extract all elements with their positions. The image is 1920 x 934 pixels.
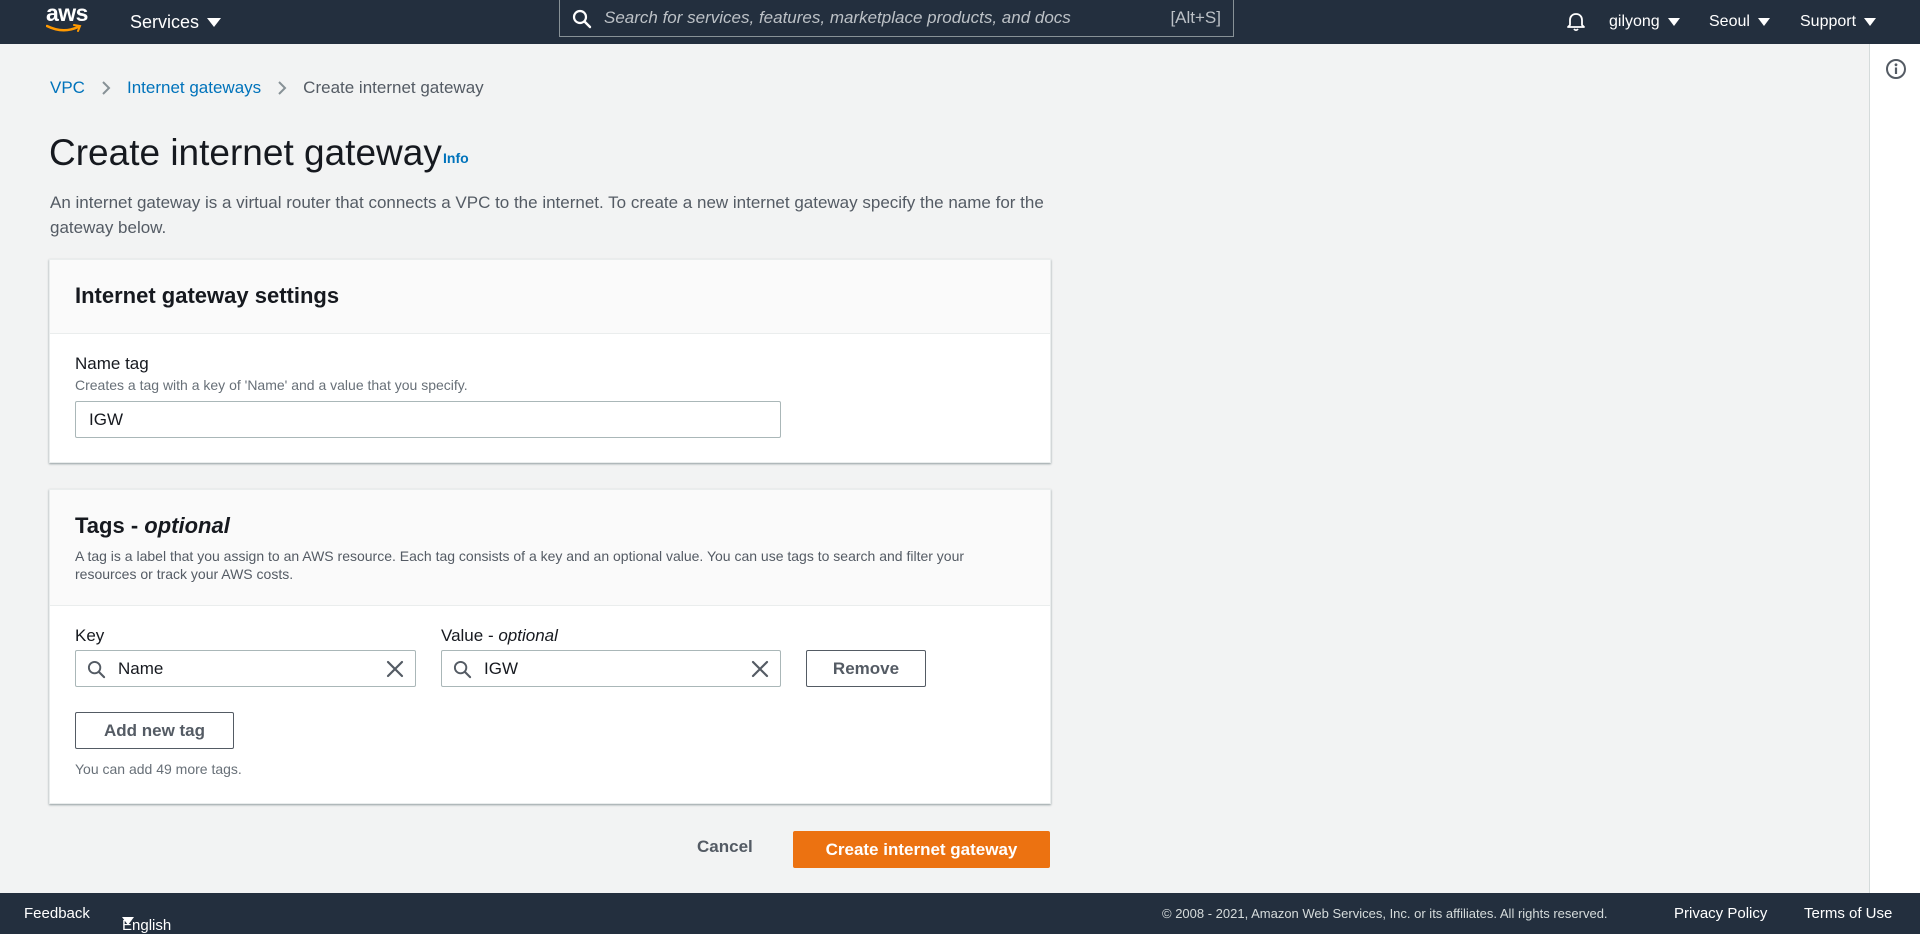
search-icon <box>572 9 592 29</box>
support-menu[interactable]: Support <box>1800 0 1877 44</box>
internet-gateway-settings-panel: Internet gateway settings Name tag Creat… <box>49 259 1051 463</box>
settings-panel-title: Internet gateway settings <box>75 283 340 308</box>
search-icon <box>87 660 106 679</box>
search-shortcut: [Alt+S] <box>1170 8 1221 27</box>
breadcrumb-vpc[interactable]: VPC <box>50 78 85 98</box>
create-internet-gateway-button[interactable]: Create internet gateway <box>793 831 1050 868</box>
aws-logo[interactable]: aws <box>46 2 90 36</box>
chevron-right-icon <box>277 80 287 96</box>
name-tag-label: Name tag <box>75 354 149 373</box>
main-content: VPC Internet gateways Create internet ga… <box>0 44 1869 893</box>
copyright-text: © 2008 - 2021, Amazon Web Services, Inc.… <box>1162 906 1608 921</box>
tags-remaining-hint: You can add 49 more tags. <box>75 761 242 777</box>
feedback-link[interactable]: Feedback <box>24 905 90 922</box>
notifications-button[interactable] <box>1565 0 1587 44</box>
page-description: An internet gateway is a virtual router … <box>50 193 1044 237</box>
caret-down-icon <box>207 17 222 27</box>
region-name: Seoul <box>1709 13 1750 30</box>
page-title: Create internet gateway <box>49 132 442 173</box>
caret-down-icon <box>1864 18 1877 26</box>
footer: Feedback English (US) © 2008 - 2021, Ama… <box>0 893 1920 934</box>
remove-tag-button[interactable]: Remove <box>806 650 926 687</box>
tags-panel: Tags - optional A tag is a label that yo… <box>49 489 1051 804</box>
search-icon <box>453 660 472 679</box>
caret-down-icon <box>1667 18 1680 26</box>
aws-logo-text: aws <box>46 0 88 26</box>
services-label: Services <box>130 11 200 32</box>
tags-panel-description: A tag is a label that you assign to an A… <box>75 548 965 582</box>
name-tag-input[interactable] <box>75 401 781 438</box>
breadcrumb-current: Create internet gateway <box>303 78 484 97</box>
account-menu[interactable]: gilyong <box>1609 0 1680 44</box>
breadcrumb: VPC Internet gateways Create internet ga… <box>50 78 484 98</box>
tag-value-label: Value - optional <box>441 626 558 645</box>
services-menu[interactable]: Services <box>130 0 222 44</box>
tags-panel-header: Tags - optional A tag is a label that yo… <box>50 490 1050 606</box>
breadcrumb-internet-gateways[interactable]: Internet gateways <box>127 78 261 98</box>
clear-icon[interactable] <box>751 660 769 678</box>
top-navigation: aws Services [Alt+S] gilyong Seoul Suppo… <box>0 0 1920 44</box>
chevron-right-icon <box>101 80 111 96</box>
caret-down-icon <box>122 917 134 925</box>
support-label: Support <box>1800 13 1857 30</box>
caret-down-icon <box>1757 18 1770 26</box>
terms-of-use-link[interactable]: Terms of Use <box>1804 905 1892 922</box>
tag-value-field <box>441 650 781 687</box>
bell-icon <box>1567 13 1585 32</box>
help-panel-rail <box>1869 44 1920 893</box>
region-menu[interactable]: Seoul <box>1709 0 1770 44</box>
name-tag-hint: Creates a tag with a key of 'Name' and a… <box>75 377 468 393</box>
search-input[interactable] <box>604 0 1104 35</box>
clear-icon[interactable] <box>386 660 404 678</box>
tag-key-field <box>75 650 416 687</box>
privacy-policy-link[interactable]: Privacy Policy <box>1674 905 1767 922</box>
account-name: gilyong <box>1609 13 1660 30</box>
cancel-button[interactable]: Cancel <box>697 837 753 857</box>
tags-panel-title: Tags - optional <box>75 513 230 538</box>
info-link[interactable]: Info <box>443 150 469 166</box>
add-new-tag-button[interactable]: Add new tag <box>75 712 234 749</box>
settings-panel-header: Internet gateway settings <box>50 260 1050 334</box>
tag-key-input[interactable] <box>118 651 358 686</box>
tag-key-label: Key <box>75 626 105 645</box>
info-icon[interactable] <box>1885 58 1907 80</box>
global-search[interactable]: [Alt+S] <box>559 0 1234 37</box>
tag-value-input[interactable] <box>484 651 724 686</box>
